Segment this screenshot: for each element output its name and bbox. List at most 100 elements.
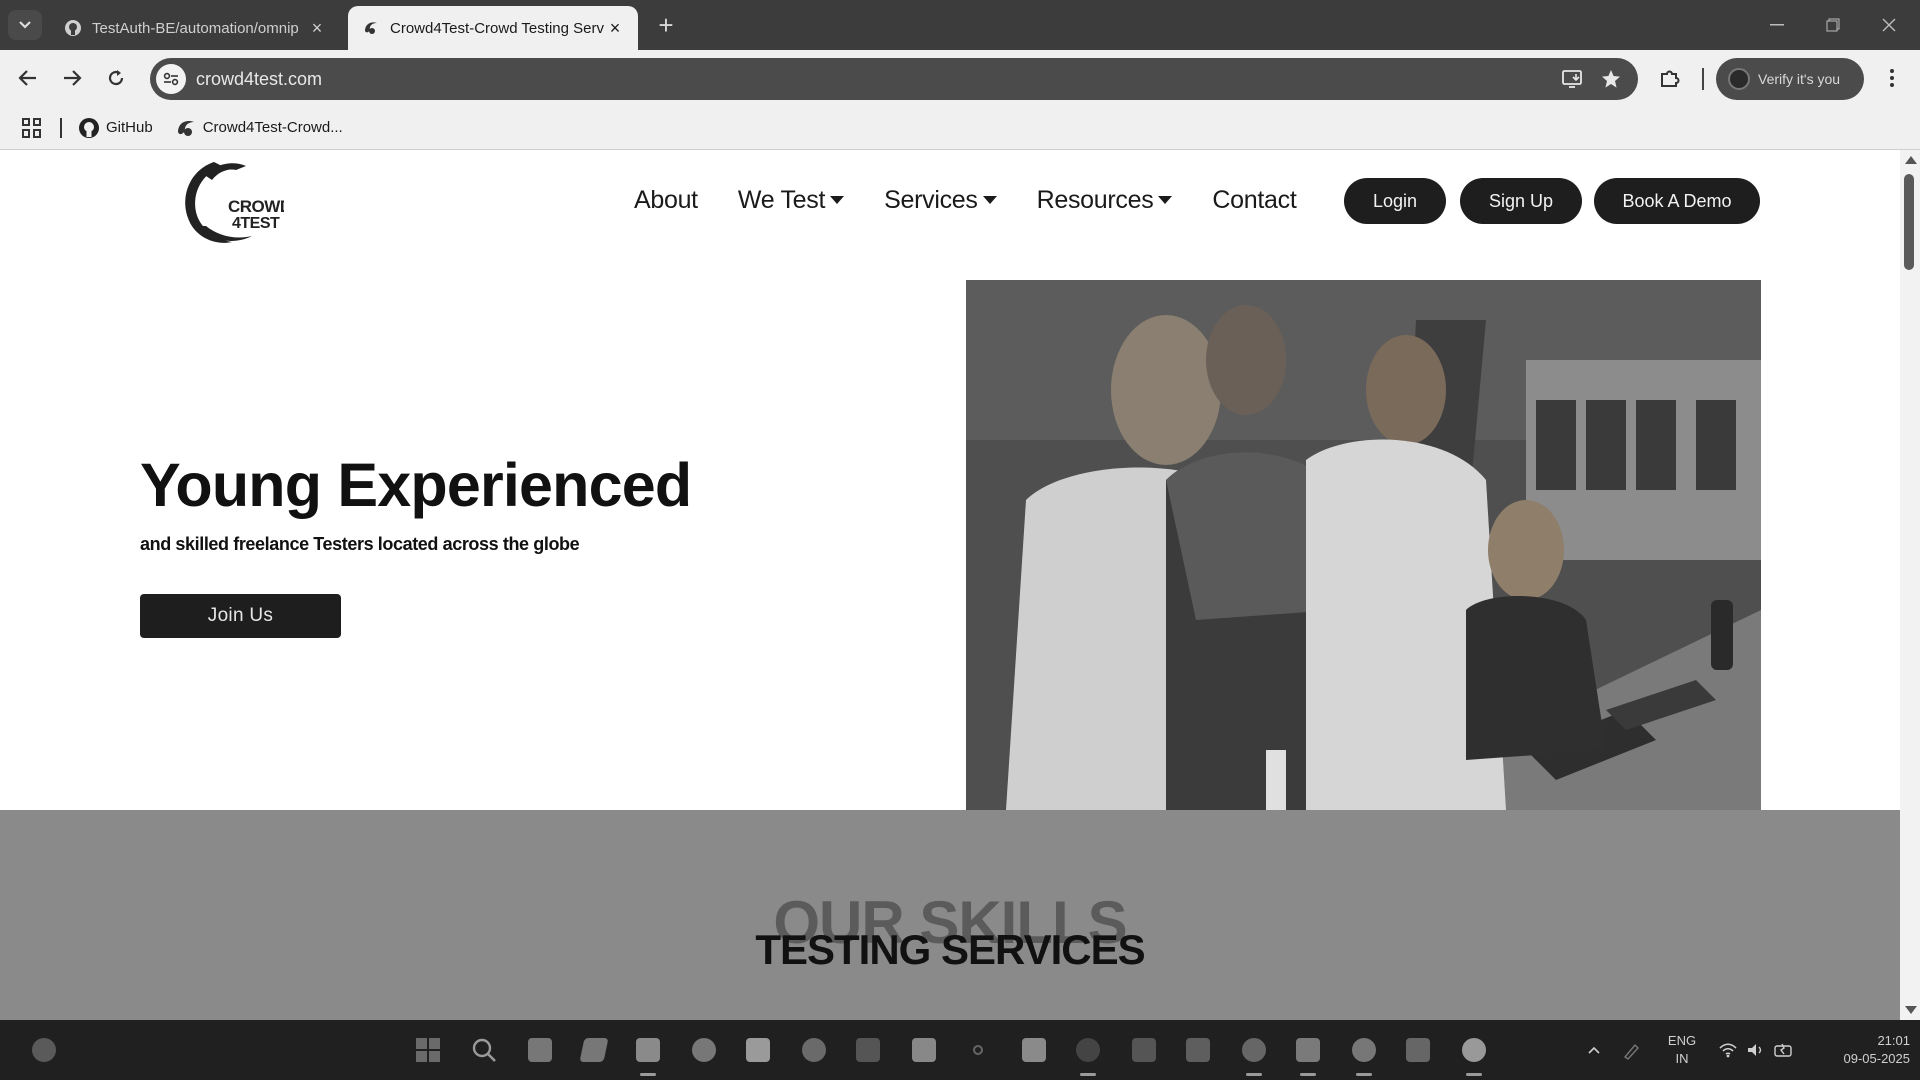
star-bookmark-icon[interactable] bbox=[1600, 68, 1622, 90]
bookmark-crowd4test[interactable]: Crowd4Test-Crowd... bbox=[175, 117, 343, 139]
close-icon[interactable]: × bbox=[308, 18, 326, 38]
app-stack-icon[interactable] bbox=[910, 1036, 938, 1064]
volume-icon[interactable] bbox=[1742, 1036, 1770, 1064]
section-heading: TESTING SERVICES bbox=[755, 926, 1145, 973]
search-icon[interactable] bbox=[470, 1036, 498, 1064]
shield-app-icon[interactable] bbox=[1130, 1036, 1158, 1064]
reload-button[interactable] bbox=[102, 64, 130, 92]
copilot-icon[interactable] bbox=[579, 1036, 609, 1064]
book-demo-button[interactable]: Book A Demo bbox=[1594, 178, 1760, 224]
join-us-button[interactable]: Join Us bbox=[140, 594, 341, 638]
minimize-icon bbox=[1770, 24, 1784, 26]
bookmarks-bar: GitHub Crowd4Test-Crowd... bbox=[0, 106, 1920, 150]
language-code: ENG bbox=[1667, 1033, 1697, 1048]
notes-icon[interactable] bbox=[1294, 1036, 1322, 1076]
scroll-down-arrow-icon[interactable] bbox=[1905, 1006, 1917, 1014]
restore-icon bbox=[1826, 18, 1840, 32]
signup-button[interactable]: Sign Up bbox=[1460, 178, 1582, 224]
tab-title: Crowd4Test-Crowd Testing Serv bbox=[390, 19, 604, 37]
draw-app-icon[interactable] bbox=[1404, 1036, 1432, 1064]
crowd4test-favicon bbox=[365, 22, 377, 34]
tab-search-button[interactable] bbox=[8, 10, 42, 40]
nav-services[interactable]: Services bbox=[884, 186, 997, 215]
apps-grid-icon[interactable] bbox=[22, 117, 42, 138]
nav-label: Resources bbox=[1036, 185, 1154, 214]
tab-strip: TestAuth-BE/automation/omnip × Crowd4Tes… bbox=[0, 0, 1920, 50]
forward-button[interactable] bbox=[58, 64, 86, 92]
close-window-button[interactable] bbox=[1874, 10, 1904, 40]
new-tab-button[interactable]: + bbox=[652, 12, 680, 40]
nav-contact[interactable]: Contact bbox=[1212, 186, 1296, 215]
skills-section: OUR SKILLS TESTING SERVICES bbox=[0, 810, 1900, 1020]
extensions-button[interactable] bbox=[1656, 64, 1684, 92]
file-explorer-icon[interactable] bbox=[634, 1036, 662, 1076]
back-button[interactable] bbox=[14, 64, 42, 92]
svg-text:4TEST: 4TEST bbox=[232, 215, 280, 232]
page-viewport: CROWD 4TEST About We Test Services Resou… bbox=[0, 150, 1920, 1020]
browser-menu-button[interactable] bbox=[1880, 64, 1904, 92]
minimize-button[interactable] bbox=[1762, 10, 1792, 40]
language-indicator[interactable]: ENG IN bbox=[1662, 1032, 1702, 1068]
login-button[interactable]: Login bbox=[1344, 178, 1446, 224]
app-dot-icon[interactable] bbox=[964, 1036, 992, 1064]
app-circle-icon[interactable] bbox=[800, 1036, 828, 1064]
caret-down-icon bbox=[982, 196, 997, 204]
chevron-up-icon[interactable] bbox=[1580, 1036, 1608, 1064]
arrow-right-icon bbox=[64, 70, 82, 86]
nav-label: About bbox=[634, 185, 698, 214]
skype-icon[interactable] bbox=[1074, 1036, 1102, 1076]
notepad-icon[interactable] bbox=[1020, 1036, 1048, 1064]
tab-github[interactable]: TestAuth-BE/automation/omnip × bbox=[50, 6, 340, 50]
toolbar-divider bbox=[1702, 68, 1704, 90]
nav-label: Contact bbox=[1212, 185, 1297, 214]
caret-down-icon bbox=[830, 196, 845, 204]
vscode-icon[interactable] bbox=[1184, 1036, 1212, 1064]
clock-time: 21:01 bbox=[1877, 1033, 1910, 1048]
github-icon bbox=[79, 117, 99, 138]
start-icon[interactable] bbox=[414, 1036, 442, 1064]
nav-we-test[interactable]: We Test bbox=[737, 185, 845, 215]
crowd4test-logo[interactable]: CROWD 4TEST bbox=[176, 156, 284, 248]
close-icon[interactable]: × bbox=[606, 18, 624, 38]
url-text[interactable]: crowd4test.com bbox=[196, 69, 1562, 90]
page-scrollbar[interactable] bbox=[1900, 150, 1920, 1020]
store-icon[interactable] bbox=[744, 1036, 772, 1064]
verify-label: Verify it's you bbox=[1758, 71, 1841, 87]
nav-about[interactable]: About bbox=[634, 186, 698, 215]
more-vert-icon bbox=[1890, 69, 1894, 87]
install-app-icon[interactable] bbox=[1562, 69, 1584, 89]
nav-resources[interactable]: Resources bbox=[1037, 186, 1173, 215]
taskbar: ENG IN 21:01 09-05-2025 bbox=[0, 1020, 1920, 1080]
tab-crowd4test[interactable]: Crowd4Test-Crowd Testing Serv × bbox=[348, 6, 638, 50]
edge-icon[interactable] bbox=[690, 1036, 718, 1064]
scrollbar-thumb[interactable] bbox=[1904, 174, 1914, 270]
battery-icon[interactable] bbox=[1770, 1036, 1798, 1064]
profile-avatar bbox=[1728, 68, 1750, 90]
restore-button[interactable] bbox=[1818, 10, 1848, 40]
svg-text:CROWD: CROWD bbox=[228, 197, 284, 216]
github-icon bbox=[65, 20, 81, 36]
wifi-icon[interactable] bbox=[1714, 1036, 1742, 1064]
bookmark-label: GitHub bbox=[106, 119, 153, 136]
language-region: IN bbox=[1675, 1051, 1689, 1066]
sync-app-icon[interactable] bbox=[1240, 1036, 1268, 1076]
close-icon bbox=[1882, 18, 1896, 32]
scroll-up-arrow-icon[interactable] bbox=[1905, 156, 1917, 164]
address-bar[interactable]: crowd4test.com bbox=[150, 58, 1638, 100]
system-clock[interactable]: 21:01 09-05-2025 bbox=[1810, 1032, 1911, 1068]
hero-team-photo bbox=[966, 280, 1761, 810]
reload-icon bbox=[108, 70, 124, 86]
tab-title: TestAuth-BE/automation/omnip bbox=[92, 19, 299, 37]
clock-date: 09-05-2025 bbox=[1843, 1051, 1911, 1066]
chrome-icon[interactable] bbox=[1460, 1036, 1488, 1076]
pen-app-icon[interactable] bbox=[1350, 1036, 1378, 1076]
task-view-icon[interactable] bbox=[526, 1036, 554, 1064]
terminal-icon[interactable] bbox=[854, 1036, 882, 1064]
widgets-icon[interactable] bbox=[30, 1036, 58, 1064]
nav-label: We Test bbox=[737, 185, 826, 214]
verify-profile-button[interactable]: Verify it's you bbox=[1716, 58, 1864, 100]
hero-title: Young Experienced bbox=[140, 451, 692, 519]
site-settings-icon[interactable] bbox=[156, 64, 186, 94]
bookmark-github[interactable]: GitHub bbox=[78, 117, 153, 139]
pen-menu-icon[interactable] bbox=[1618, 1036, 1646, 1064]
